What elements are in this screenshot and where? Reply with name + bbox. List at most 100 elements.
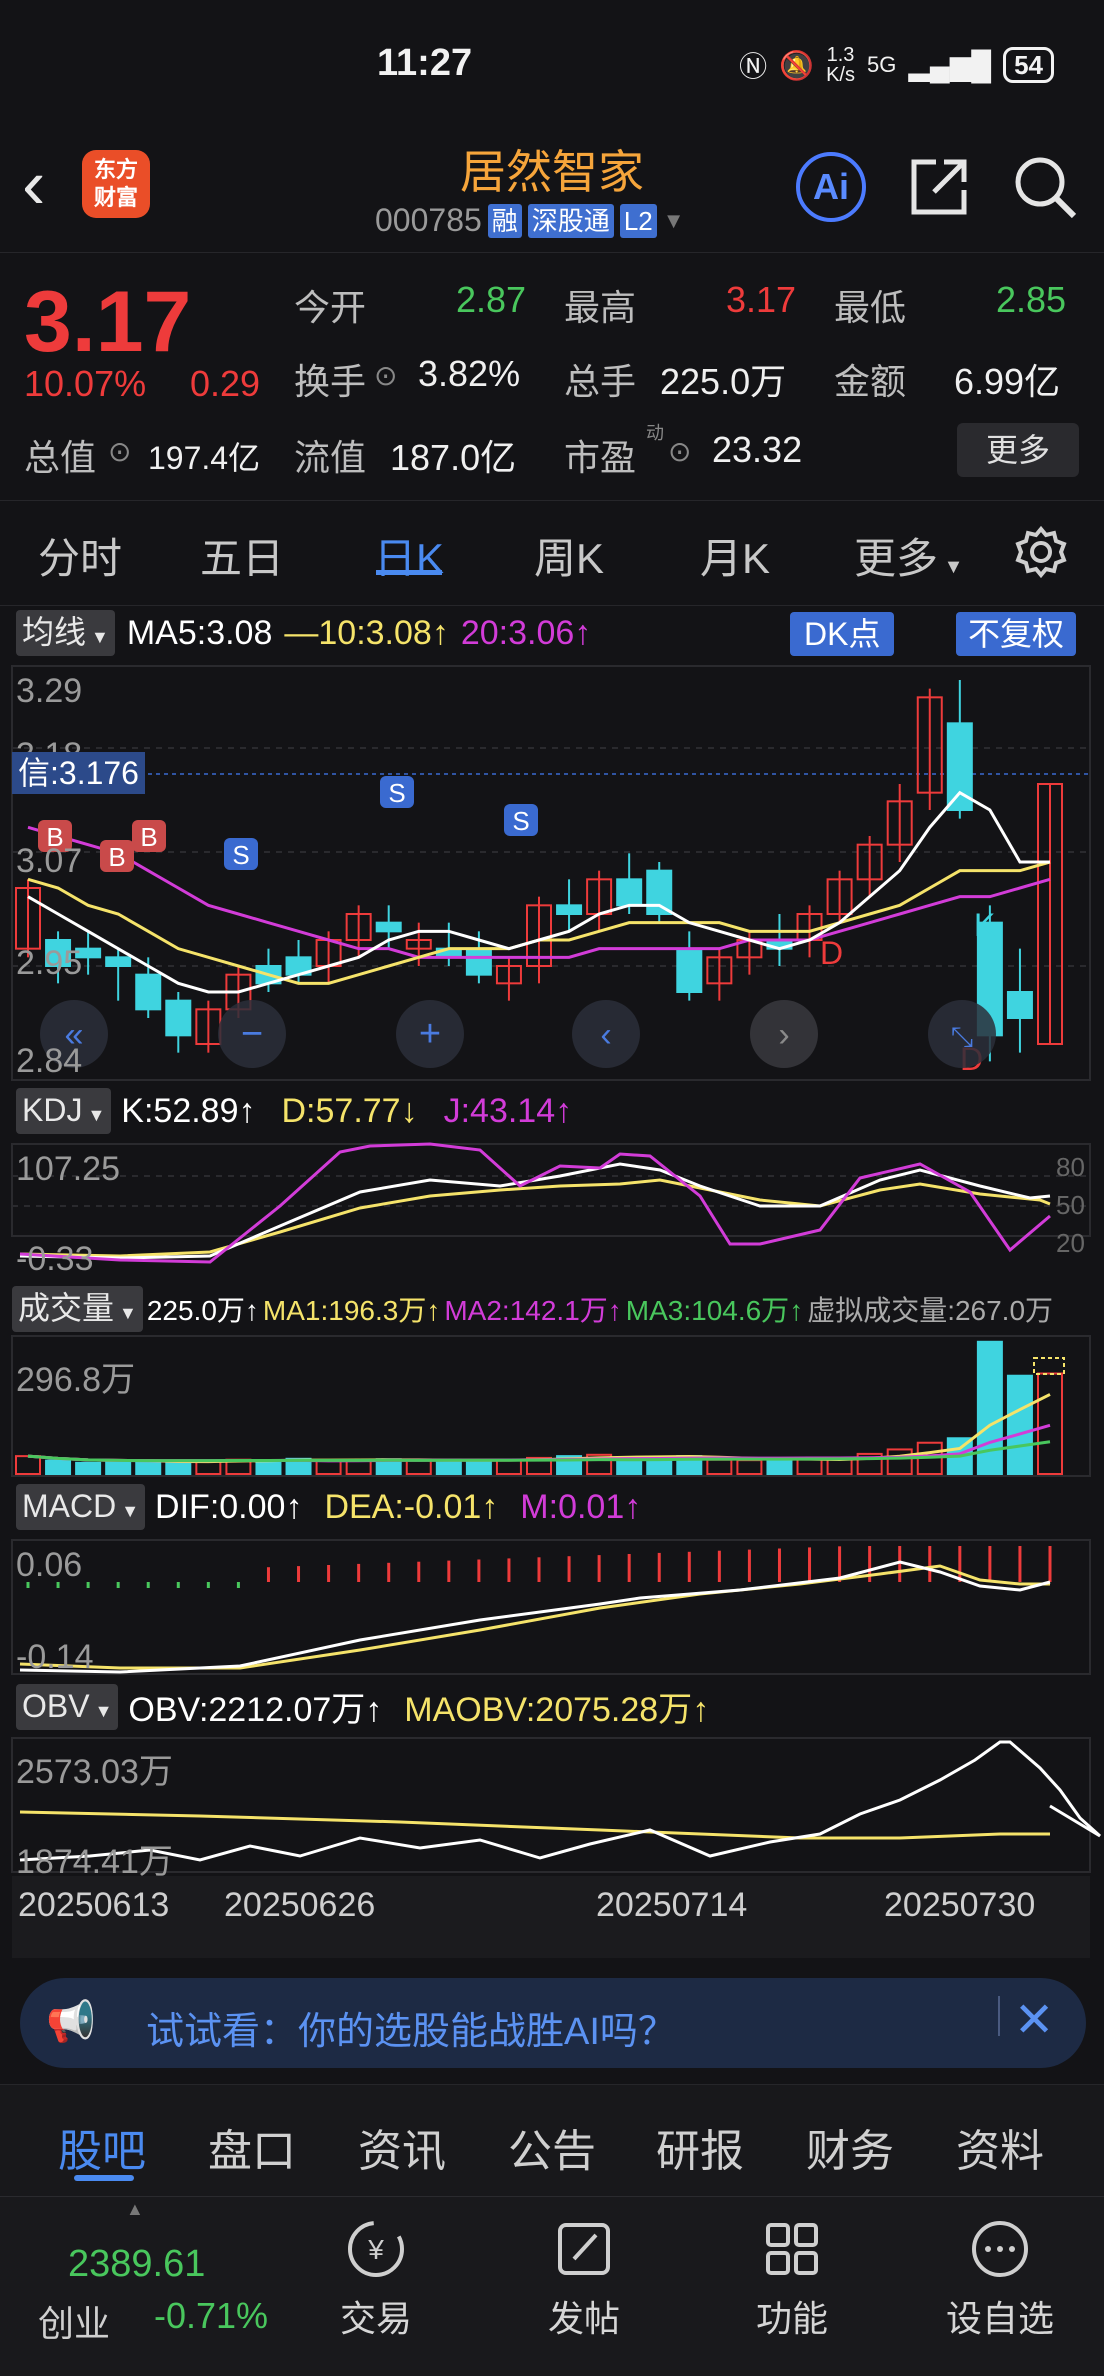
expand-icon: ⤡ (951, 1021, 973, 1052)
trade-button[interactable]: ¥ 交易 (330, 2217, 422, 2342)
tab-financials[interactable]: 财务 (806, 2115, 894, 2179)
kdj-j-value: J:43.14↑ (443, 1091, 573, 1130)
status-bar: 11:27 Ⓝ 🔕 1.3 K/s 5G ▂▄▆█ 54 (0, 0, 1104, 132)
change-percent: 10.07% (24, 363, 147, 404)
kline-y-bottom: 2.84 (16, 1042, 83, 1080)
expand-up-icon[interactable]: ▲ (126, 2199, 144, 2220)
tab-news[interactable]: 资讯 (358, 2115, 446, 2179)
open-label: 今开 (294, 287, 367, 328)
settings-gear-icon[interactable] (1014, 525, 1068, 579)
grid-icon (766, 2223, 818, 2275)
adjust-button[interactable]: 不复权 (956, 612, 1077, 656)
volume-bar (75, 1461, 102, 1476)
index-value[interactable]: 2389.61 (68, 2243, 205, 2286)
tab-announcements[interactable]: 公告 (508, 2115, 596, 2179)
volume-bar (1006, 1374, 1033, 1475)
tab-monthly-k[interactable]: 月K (700, 525, 770, 586)
amount-label: 金额 (834, 361, 907, 402)
high-label: 最高 (564, 287, 637, 328)
tag-connect: 深股通 (527, 203, 614, 238)
mute-icon: 🔕 (779, 49, 815, 81)
ai-promo-banner[interactable]: 📢 试试看：你的选股能战胜AI吗？ ✕ (20, 1978, 1086, 2068)
pe-info-icon[interactable]: ⊙ (668, 435, 691, 468)
obv-value: OBV:2212.07万↑ (128, 1691, 383, 1729)
macd-m-value: M:0.01↑ (520, 1487, 642, 1526)
kdj-d-line (19, 1178, 1051, 1258)
candle-body (1006, 991, 1033, 1019)
obv-selector[interactable]: OBV ▼ (16, 1683, 119, 1730)
close-icon[interactable]: ✕ (1014, 1992, 1054, 2048)
volume-bar (495, 1459, 522, 1475)
ma-selector[interactable]: 均线 ▼ (16, 610, 115, 656)
ai-banner-text: 试试看：你的选股能战胜AI吗？ (146, 2011, 676, 2053)
chevron-right-icon: › (778, 1016, 789, 1054)
turnover-info-icon[interactable]: ⊙ (374, 359, 397, 392)
tab-research[interactable]: 研报 (656, 2115, 744, 2179)
pe-label: 市盈 (564, 437, 637, 478)
tab-five-day[interactable]: 五日 (200, 525, 284, 586)
low-label: 最低 (834, 287, 907, 328)
ai-button[interactable]: Ai (796, 152, 866, 222)
macd-y-top: 0.06 (16, 1546, 83, 1584)
volume-bar (435, 1458, 462, 1475)
share-icon[interactable] (906, 154, 972, 220)
chevron-left-icon: ‹ (600, 1016, 611, 1054)
yen-exchange-icon: ¥ (348, 2221, 404, 2277)
kdj-y-top: 107.25 (16, 1150, 120, 1188)
macd-dea-value: DEA:-0.01↑ (324, 1487, 499, 1526)
volume-bar (255, 1459, 282, 1475)
tab-pankou[interactable]: 盘口 (208, 2115, 296, 2179)
tab-weekly-k[interactable]: 周K (534, 525, 604, 586)
kdj-ref-20: 20 (1056, 1228, 1085, 1258)
search-icon[interactable] (1010, 152, 1080, 222)
kdj-y-bottom: -0.33 (16, 1240, 94, 1278)
battery-indicator: 54 (1003, 47, 1054, 83)
volume-bar (135, 1460, 162, 1475)
mcap-info-icon[interactable]: ⊙ (108, 435, 131, 468)
tab-more[interactable]: 更多 ▼ (854, 525, 963, 586)
minus-icon: − (241, 1013, 263, 1055)
dk-point-button[interactable]: DK点 (790, 612, 895, 656)
macd-bars (26, 1546, 1052, 1588)
tab-guba[interactable]: 股吧 (58, 2115, 146, 2179)
obv-line (19, 1740, 1102, 1862)
tab-profile[interactable]: 资料 (956, 2115, 1044, 2179)
tab-intraday[interactable]: 分时 (38, 525, 122, 586)
amount-value: 6.99亿 (954, 361, 1061, 402)
macd-legend: MACD ▼ DIF:0.00↑ DEA:-0.01↑ M:0.01↑ (16, 1484, 641, 1530)
ma-legend: 均线 ▼ MA5:3.08 —10:3.08↑ 20:3.06↑ (16, 610, 591, 656)
candle-body (465, 947, 492, 976)
volume-selector[interactable]: 成交量 ▼ (12, 1286, 143, 1332)
candle-body (556, 904, 583, 915)
function-button[interactable]: 功能 (746, 2217, 838, 2342)
volume-bar (15, 1455, 41, 1475)
change-amount: 0.29 (190, 363, 261, 404)
ma20-value: 20:3.06↑ (460, 613, 592, 652)
add-watchlist-button[interactable]: 设自选 (940, 2217, 1060, 2342)
date-label-2: 20250626 (224, 1886, 376, 1924)
more-button[interactable]: 更多 (957, 423, 1079, 477)
kdj-ref-80: 80 (1056, 1152, 1085, 1182)
volume-bar (796, 1458, 823, 1476)
period-tabs: 分时 五日 日K 周K 月K 更多 ▼ (0, 500, 1104, 606)
edit-icon (558, 2223, 610, 2275)
volume-bar (1037, 1372, 1063, 1475)
volume-value: 225.0万 (660, 361, 787, 402)
dropdown-icon[interactable]: ▼ (663, 208, 685, 234)
active-tab-indicator (376, 570, 442, 575)
candle-body (616, 878, 643, 907)
obv-legend: OBV ▼ OBV:2212.07万↑ MAOBV:2075.28万↑ (16, 1682, 709, 1731)
status-time: 11:27 (377, 42, 473, 84)
turnover-label: 换手 (294, 361, 367, 402)
volume-label: 总手 (564, 361, 637, 402)
candle-body (646, 869, 673, 916)
virtual-volume-box (1033, 1357, 1065, 1375)
tab-daily-k[interactable]: 日K (374, 525, 444, 586)
kdj-selector[interactable]: KDJ ▼ (16, 1088, 112, 1134)
macd-selector[interactable]: MACD ▼ (16, 1484, 146, 1530)
obv-y-top: 2573.03万 (16, 1753, 173, 1791)
tag-l2: L2 (619, 203, 657, 238)
post-button[interactable]: 发帖 (538, 2217, 630, 2342)
maobv-value: MAOBV:2075.28万↑ (404, 1691, 710, 1729)
stock-header: ‹ 东方 财富 居然智家 000785 融 深股通 L2 ▼ Ai (0, 132, 1104, 252)
